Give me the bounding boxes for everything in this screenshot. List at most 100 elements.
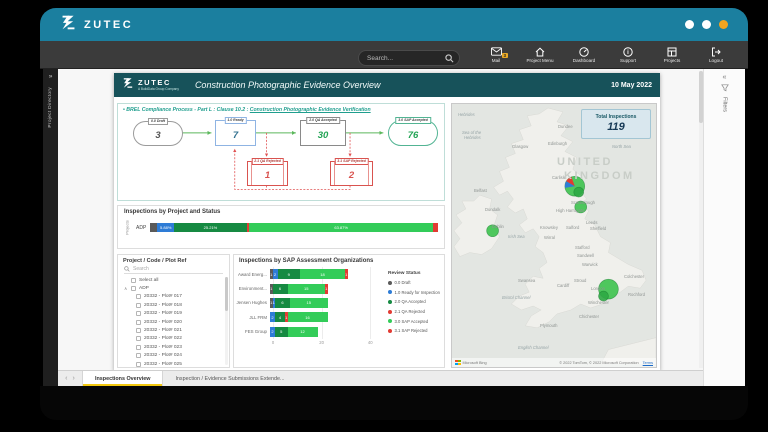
prev-tab-icon[interactable]: ‹ — [65, 375, 67, 382]
project-directory-rail[interactable]: » Project Directory — [43, 69, 58, 386]
bar-segment[interactable]: 1 — [325, 284, 328, 294]
project-menu-icon — [535, 46, 545, 57]
bar-row: FES Group2512 — [234, 325, 386, 339]
map-bubble[interactable] — [575, 201, 587, 213]
toolbar-mail-button[interactable]: 3Mail — [474, 46, 518, 63]
status-bar-segment[interactable]: 5.88% — [157, 223, 174, 232]
legend-item[interactable]: 2.0 QA Accepted — [388, 297, 442, 307]
bar-segment[interactable]: 1 — [345, 269, 348, 279]
window-control-dot[interactable] — [685, 20, 694, 29]
legend-item[interactable]: 3.0 SAP Accepted — [388, 316, 442, 326]
window-control-dot[interactable] — [719, 20, 728, 29]
list-item[interactable]: 20332 - Plot# 018 — [118, 301, 229, 309]
toolbar-projects-button[interactable]: Projects — [650, 46, 694, 63]
desktop-background: ZUTEC 3MailProject MenuDashboardiSupport… — [0, 0, 768, 432]
checkbox[interactable] — [136, 362, 141, 367]
tab-inspections-overview[interactable]: Inspections Overview — [82, 371, 163, 386]
scrollbar-thumb[interactable] — [699, 71, 703, 123]
list-item[interactable]: 20332 - Plot# 023 — [118, 343, 229, 351]
checkbox[interactable] — [136, 294, 141, 299]
legend-label: 2.1 QA Rejected — [395, 309, 426, 314]
next-tab-icon[interactable]: › — [73, 375, 75, 382]
scrollbar-thumb[interactable] — [225, 277, 228, 311]
list-item[interactable]: 20332 - Plot# 020 — [118, 318, 229, 326]
list-item[interactable]: 20332 - Plot# 024 — [118, 352, 229, 360]
status-bar-segment[interactable] — [433, 223, 438, 232]
flow-node-qa-rejected[interactable]: 2.1 QA Rejected 1 — [247, 161, 288, 186]
checkbox[interactable] — [131, 286, 136, 291]
map-bubble[interactable] — [599, 291, 609, 301]
bar-segment[interactable]: 4 — [275, 312, 285, 322]
list-item[interactable]: 20332 - Plot# 019 — [118, 310, 229, 318]
legend-item[interactable]: 0.0 Draft — [388, 278, 442, 288]
legend-item[interactable]: 3.1 SAP Rejected — [388, 326, 442, 336]
status-bar-segment[interactable]: 63.87% — [249, 223, 433, 232]
flow-node-ready[interactable]: 1.0 Ready 7 — [215, 120, 256, 146]
checkbox[interactable] — [136, 311, 141, 316]
flow-node-sap-accepted[interactable]: 3.0 SAP Accepted 76 — [388, 120, 438, 146]
filter-title: Project / Code / Plot Ref — [118, 255, 229, 265]
list-item-label: 20332 - Plot# 024 — [144, 353, 182, 358]
page-title: Construction Photographic Evidence Overv… — [195, 80, 381, 90]
legend: Review Status 0.0 Draft1.0 Ready for Ins… — [386, 267, 444, 347]
map-bubble[interactable] — [574, 187, 584, 197]
flow-node-qa-accepted[interactable]: 2.0 QA Accepted 30 — [300, 120, 346, 146]
collapse-icon[interactable]: « — [723, 74, 727, 81]
bar-segment[interactable]: 9 — [278, 269, 301, 279]
tab-inspection-evidence-submissions[interactable]: Inspection / Evidence Submissions Extend… — [163, 371, 296, 386]
toolbar-project-menu-button[interactable]: Project Menu — [518, 46, 562, 63]
toolbar-item-label: Mail — [492, 58, 500, 63]
filter-icon — [721, 84, 729, 92]
window-content: » Project Directory ZUTEC A BuildData Gr… — [40, 69, 748, 386]
list-item[interactable]: 20332 - Plot# 017 — [118, 293, 229, 301]
list-item[interactable]: ∧ ADP — [118, 284, 229, 292]
filter-search-input[interactable] — [133, 266, 213, 272]
list-item[interactable]: 20332 - Plot# 025 — [118, 360, 229, 368]
projects-icon — [667, 46, 677, 57]
toolbar-dashboard-button[interactable]: Dashboard — [562, 46, 606, 63]
dashboard-area: ZUTEC A BuildData Group Company Construc… — [58, 69, 703, 386]
bar-segment[interactable]: 5 — [275, 327, 288, 337]
checkbox[interactable] — [136, 303, 141, 308]
legend-label: 3.1 SAP Rejected — [395, 328, 428, 333]
y-axis-label: Projects — [125, 220, 130, 234]
status-bar-segment[interactable]: 25.21% — [174, 223, 247, 232]
list-item[interactable]: 20332 - Plot# 022 — [118, 335, 229, 343]
brand-name: ZUTEC — [84, 19, 133, 31]
list-item[interactable]: Select all — [118, 276, 229, 284]
checkbox[interactable] — [136, 353, 141, 358]
toolbar-logout-button[interactable]: Logout — [694, 46, 738, 63]
bar-segment[interactable]: 15 — [290, 298, 328, 308]
checkbox[interactable] — [136, 336, 141, 341]
list-item-label: ADP — [139, 286, 149, 291]
map-bubble[interactable] — [487, 225, 499, 237]
scrollbar[interactable] — [225, 277, 228, 365]
checkbox[interactable] — [131, 278, 136, 283]
scrollbar[interactable] — [699, 71, 703, 368]
bar-row: Environment...16151 — [234, 281, 386, 295]
status-bar-segment[interactable] — [150, 223, 157, 232]
flow-title-link[interactable]: Construction Photographic Evidence Verif… — [250, 107, 371, 113]
legend-item[interactable]: 2.1 QA Rejected — [388, 307, 442, 317]
list-item[interactable]: 20332 - Plot# 021 — [118, 326, 229, 334]
bar-segment[interactable]: 16 — [288, 312, 328, 322]
map-visual[interactable]: HebridesSea of theHebridesDundeeGlasgowE… — [451, 103, 657, 368]
terms-link[interactable]: Terms — [643, 361, 653, 365]
expand-icon[interactable]: » — [49, 73, 53, 81]
checkbox[interactable] — [136, 345, 141, 350]
chevron-up-icon[interactable]: ∧ — [124, 286, 131, 292]
filters-rail[interactable]: « Filters — [703, 69, 745, 386]
toolbar-support-button[interactable]: iSupport — [606, 46, 650, 63]
legend-item[interactable]: 1.0 Ready for Inspection — [388, 288, 442, 298]
filter-search — [124, 266, 223, 274]
checkbox[interactable] — [136, 320, 141, 325]
bar-segment[interactable]: 12 — [288, 327, 318, 337]
bar-segment[interactable]: 6 — [273, 284, 288, 294]
flow-node-sap-rejected[interactable]: 3.1 SAP Rejected 2 — [330, 161, 373, 186]
bar-segment[interactable]: 18 — [300, 269, 345, 279]
checkbox[interactable] — [136, 328, 141, 333]
flow-node-draft[interactable]: 0.0 Draft 3 — [133, 121, 183, 146]
bar-segment[interactable]: 6 — [275, 298, 290, 308]
bar-segment[interactable]: 15 — [288, 284, 326, 294]
window-control-dot[interactable] — [702, 20, 711, 29]
